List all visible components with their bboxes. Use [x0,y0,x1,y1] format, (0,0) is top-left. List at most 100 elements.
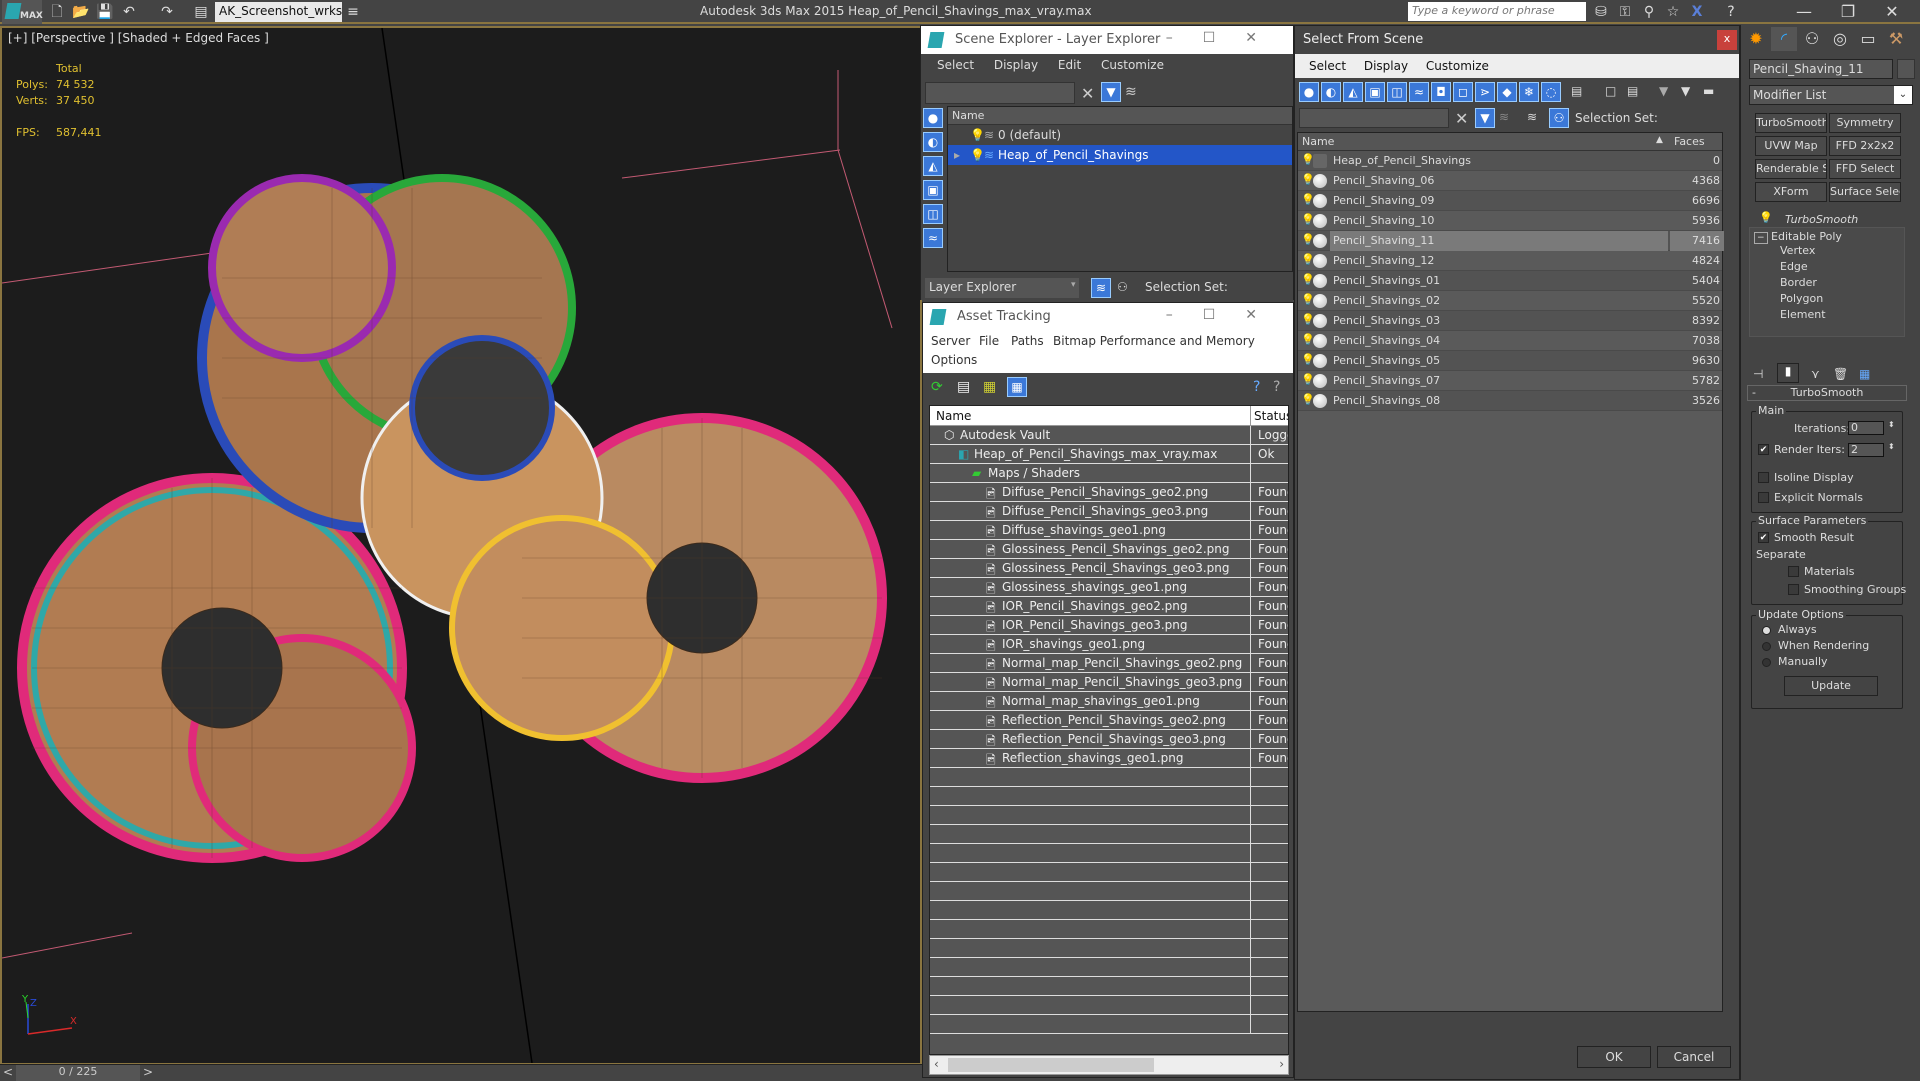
menu-server[interactable]: Server [931,334,970,348]
quick-access-menu-icon[interactable]: ≡ [344,3,362,21]
geometry-filter-icon[interactable]: ● [1299,82,1319,102]
object-row[interactable]: 💡 Pencil_Shavings_01 5404 [1298,271,1722,291]
column-header-name[interactable]: Name [1302,135,1334,148]
lights-filter-icon[interactable]: ◭ [1343,82,1363,102]
ffd-2x2x2-button[interactable]: FFD 2x2x2 [1829,136,1901,156]
uvw-map-button[interactable]: UVW Map [1755,136,1827,156]
asset-row[interactable]: ◧ Heap_of_Pencil_Shavings_max_vray.max Ok [930,445,1288,464]
modifier-list-dropdown[interactable]: Modifier List ⌄ [1749,85,1913,105]
asset-row[interactable]: 🖻 Reflection_Pencil_Shavings_geo2.png Foun… [930,711,1288,730]
hierarchy-tab-icon[interactable]: ⚇ [1799,27,1825,51]
spinner-arrows-icon[interactable]: ⬍ [1888,442,1895,451]
isoline-display-checkbox[interactable] [1758,472,1769,483]
create-tab-icon[interactable]: ✹ [1743,27,1769,51]
object-color-swatch[interactable] [1897,59,1915,79]
menu-customize[interactable]: Customize [1412,54,1489,73]
layer-row[interactable]: 💡 ≋ 0 (default) [948,125,1292,145]
object-row[interactable]: 💡 Pencil_Shavings_03 8392 [1298,311,1722,331]
scroll-left-icon[interactable]: ‹ [934,1057,939,1071]
horizontal-scrollbar[interactable]: ‹ › [929,1055,1289,1075]
refresh-icon[interactable]: ⟳ [931,379,943,395]
turbosmooth-button[interactable]: TurboSmooth [1755,113,1827,133]
xform-button[interactable]: XForm [1755,182,1827,202]
asset-row[interactable]: 🖻 Normal_map_Pencil_Shavings_geo3.png Foun… [930,673,1288,692]
close-button[interactable]: ✕ [1872,0,1912,24]
when-rendering-radio[interactable] [1762,642,1771,651]
xrefs-filter-icon[interactable]: ◻ [1453,82,1473,102]
object-row[interactable]: 💡 Pencil_Shavings_07 5782 [1298,371,1722,391]
symmetry-button[interactable]: Symmetry [1829,113,1901,133]
render-iters-spinner[interactable]: 2 [1848,443,1884,457]
save-icon[interactable]: 💾 [96,3,114,21]
cameras-filter-icon[interactable]: ▣ [1365,82,1385,102]
asset-row[interactable]: 🖻Reflection_shavings_geo1.pngFound [930,749,1288,768]
asset-row[interactable]: 🖻IOR_shavings_geo1.pngFound [930,635,1288,654]
object-row[interactable]: 💡 Pencil_Shaving_12 4824 [1298,251,1722,271]
menu-bitmap-performance[interactable]: Bitmap Performance and Memory [1053,334,1255,348]
cancel-button[interactable]: Cancel [1657,1046,1731,1068]
iterations-spinner[interactable]: 0 [1848,421,1884,435]
display-helpers-icon[interactable]: ◫ [923,204,943,224]
layers-filter-icon[interactable]: ≋ [1499,110,1509,124]
layer-hierarchy-icon[interactable]: ≋ [1091,278,1111,298]
restore-button[interactable]: ❐ [1828,0,1868,24]
shapes-filter-icon[interactable]: ◐ [1321,82,1341,102]
menu-select[interactable]: Select [921,54,974,72]
subobject-polygon[interactable]: Polygon [1750,292,1904,308]
stack-item-turbosmooth[interactable]: TurboSmooth [1785,213,1858,226]
display-spacewarps-icon[interactable]: ≈ [923,228,943,248]
display-cameras-icon[interactable]: ▣ [923,180,943,200]
asset-row[interactable]: 🖻Normal_map_shavings_geo1.pngFound [930,692,1288,711]
object-row[interactable]: 💡 Pencil_Shaving_09 6696 [1298,191,1722,211]
display-tab-icon[interactable]: ▭ [1855,27,1881,51]
rollout-header[interactable]: - TurboSmooth [1747,385,1907,401]
time-slider[interactable]: < 0 / 225 > [0,1064,922,1081]
previous-frame-button[interactable]: < [0,1065,16,1081]
column-header-status[interactable]: Status [1254,409,1288,423]
filter-icon[interactable]: ▼ [1101,82,1121,102]
expand-icon[interactable]: ▸ [954,148,960,162]
asset-row[interactable]: 🖻Diffuse_Pencil_Shavings_geo2.pngFound [930,483,1288,502]
stack-item-editable-poly[interactable]: − Editable Poly [1750,228,1904,244]
menu-paths[interactable]: Paths [1011,334,1044,348]
chevron-down-icon[interactable]: ▾ [1071,280,1076,290]
filter-icon[interactable]: ▼ [1475,108,1495,128]
close-button[interactable]: x [1717,30,1737,50]
surface-select-button[interactable]: Surface Select [1829,182,1901,202]
asset-row[interactable]: 🖻 Reflection_Pencil_Shavings_geo3.png Foun… [930,730,1288,749]
asset-row[interactable]: 🖻 Glossiness_Pencil_Shavings_geo2.png Foun… [930,540,1288,559]
find-input[interactable] [1299,108,1449,128]
show-end-result-icon[interactable]: ▮ [1777,363,1799,383]
window-controls[interactable]: –☐✕ [1166,307,1287,323]
column-header-name[interactable]: Name [948,107,1292,125]
groups-filter-icon[interactable]: ◘ [1431,82,1451,102]
ffd-select-button[interactable]: FFD Select [1829,159,1901,179]
explicit-normals-checkbox[interactable] [1758,492,1769,503]
menu-options[interactable]: Options [931,353,977,367]
star-icon[interactable]: ☆ [1664,3,1682,21]
table-view-icon[interactable]: ▦ [1007,377,1027,397]
undo-icon[interactable]: ↶ [120,3,138,21]
columns-icon[interactable]: ▬ [1703,84,1714,98]
open-file-icon[interactable]: 📂 [72,3,90,21]
smoothing-groups-checkbox[interactable] [1788,584,1799,595]
app-menu-button[interactable]: MAX [2,0,43,24]
pin-stack-icon[interactable]: ⊣ [1753,367,1763,381]
asset-row[interactable]: 🖻IOR_Pencil_Shavings_geo3.pngFound [930,616,1288,635]
asset-row[interactable]: 🖻IOR_Pencil_Shavings_geo2.pngFound [930,597,1288,616]
collapse-icon[interactable]: − [1754,232,1768,244]
clear-icon[interactable]: ✕ [1455,109,1468,128]
containers-filter-icon[interactable]: ◆ [1497,82,1517,102]
binoculars-icon[interactable]: ⛁ [1592,3,1610,21]
column-header-name[interactable]: Name [936,409,971,423]
menu-file[interactable]: File [979,334,999,348]
help-search-input[interactable]: Type a keyword or phrase [1408,2,1586,21]
clear-icon[interactable]: ✕ [1081,84,1094,103]
minimize-button[interactable]: — [1784,0,1824,24]
subobject-border[interactable]: Border [1750,276,1904,292]
scrollbar-thumb[interactable] [948,1058,1154,1072]
asset-row[interactable]: 🖻 Glossiness_Pencil_Shavings_geo3.png Foun… [930,559,1288,578]
object-row[interactable]: 💡 Pencil_Shavings_02 5520 [1298,291,1722,311]
object-hierarchy-icon[interactable]: ⚇ [1549,108,1569,128]
asset-row[interactable]: ⬡ Autodesk Vault Logged [930,426,1288,445]
